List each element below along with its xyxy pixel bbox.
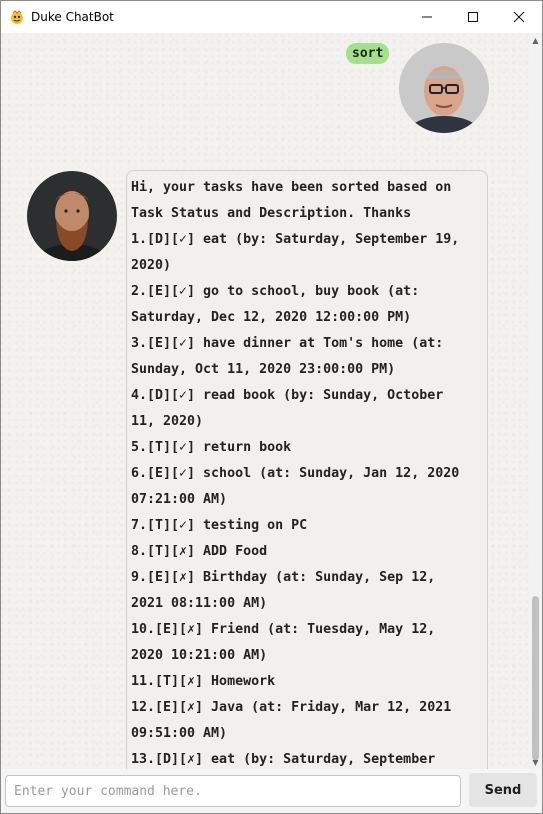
bot-message-line: 13.[D][✗] eat (by: Saturday, September — [131, 752, 436, 767]
bot-message-line: 6.[E][✓] school (at: Sunday, Jan 12, 202… — [131, 466, 460, 481]
close-icon — [513, 11, 525, 23]
chat-scroll-pane[interactable]: sort Hi, your tasks have been sorted bas… — [1, 33, 529, 769]
bot-message-line: 2021 08:11:00 AM) — [131, 596, 268, 611]
maximize-button[interactable] — [450, 1, 496, 33]
scroll-down-icon[interactable]: ▼ — [529, 755, 542, 769]
bot-message-line: 09:51:00 AM) — [131, 726, 228, 741]
maximize-icon — [468, 12, 478, 22]
bot-message-bubble: Hi, your tasks have been sorted based on… — [126, 170, 488, 769]
bot-avatar — [27, 171, 117, 261]
bot-message-line: 10.[E][✗] Friend (at: Tuesday, May 12, — [131, 622, 436, 637]
bot-message-line: 1.[D][✓] eat (by: Saturday, September 19… — [131, 232, 460, 247]
bot-message-line: 9.[E][✗] Birthday (at: Sunday, Sep 12, — [131, 570, 436, 585]
bot-message-line: 2020 10:21:00 AM) — [131, 648, 268, 663]
vertical-scrollbar[interactable]: ▲ ▼ — [529, 33, 542, 769]
scroll-up-icon[interactable]: ▲ — [529, 33, 542, 47]
user-avatar — [399, 43, 489, 133]
bot-message-line: 3.[E][✓] have dinner at Tom's home (at: — [131, 336, 444, 351]
scrollbar-thumb[interactable] — [532, 596, 539, 760]
window-controls — [404, 1, 542, 33]
close-button[interactable] — [496, 1, 542, 33]
send-button[interactable]: Send — [469, 773, 537, 807]
bot-message-line: Saturday, Dec 12, 2020 12:00:00 PM) — [131, 310, 412, 325]
bot-message-line: 2.[E][✓] go to school, buy book (at: — [131, 284, 420, 299]
bot-message-line: Sunday, Oct 11, 2020 23:00:00 PM) — [131, 362, 396, 377]
title-bar[interactable]: Duke ChatBot — [1, 1, 542, 33]
bot-message-line: 8.[T][✗] ADD Food — [131, 544, 268, 559]
bot-message-line: 07:21:00 AM) — [131, 492, 228, 507]
input-bar: Send — [1, 769, 542, 813]
minimize-icon — [422, 16, 432, 18]
bot-message-line: 12.[E][✗] Java (at: Friday, Mar 12, 2021 — [131, 700, 452, 715]
bot-message-line: 7.[T][✓] testing on PC — [131, 518, 308, 533]
window-title: Duke ChatBot — [31, 10, 114, 24]
bot-message-line: 11.[T][✗] Homework — [131, 674, 276, 689]
bot-message-line: Task Status and Description. Thanks — [131, 206, 412, 221]
minimize-button[interactable] — [404, 1, 450, 33]
user-message-bubble: sort — [346, 43, 390, 64]
bot-message-line: 11, 2020) — [131, 414, 204, 429]
bot-message-line: 4.[D][✓] read book (by: Sunday, October — [131, 388, 444, 403]
command-input[interactable] — [5, 775, 461, 807]
bot-message-line: 2020) — [131, 258, 172, 273]
bot-message-line: 5.[T][✓] return book — [131, 440, 292, 455]
duke-app-icon — [11, 10, 23, 24]
bot-message-line: Hi, your tasks have been sorted based on — [131, 180, 452, 195]
app-window: Duke ChatBot sort Hi, your tasks have be… — [0, 0, 543, 814]
